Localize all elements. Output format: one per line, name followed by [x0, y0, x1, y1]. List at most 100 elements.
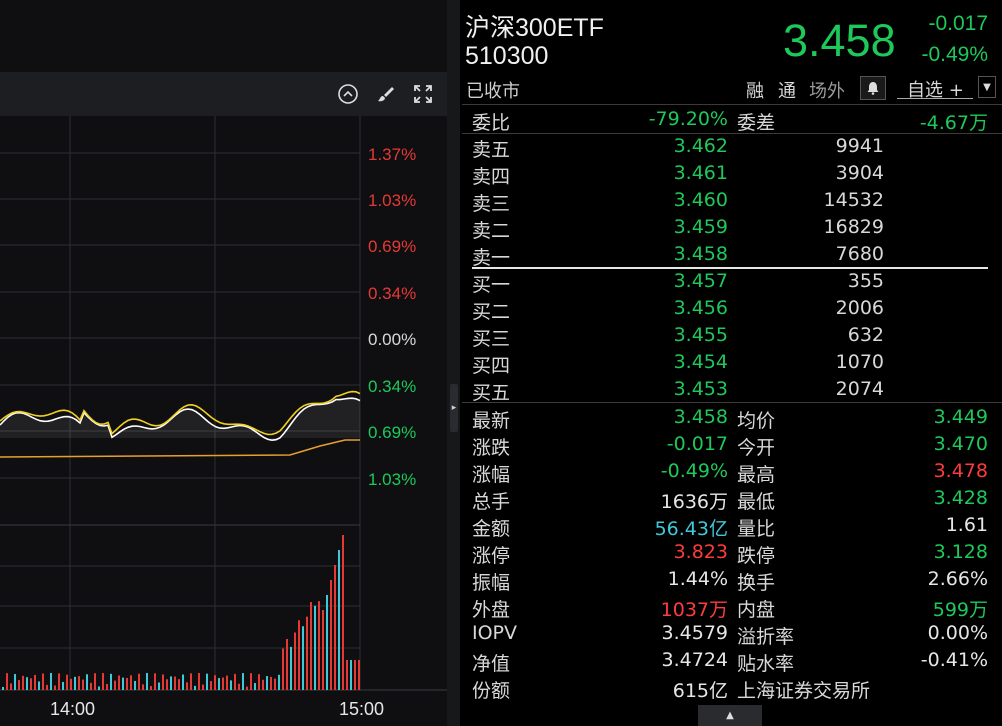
volume-bar [90, 683, 92, 690]
bid-price: 3.454 [674, 351, 728, 373]
header-divider [462, 104, 1002, 105]
stat-value: 3.478 [934, 460, 988, 482]
volume-bar [346, 660, 348, 690]
bid-level-label: 买五 [472, 378, 510, 405]
percent-label: 1.37% [368, 145, 416, 164]
volume-bar [330, 580, 332, 690]
add-watchlist-button[interactable]: 自选 + [897, 76, 973, 99]
price-change: -0.017 [910, 12, 988, 36]
dropdown-icon[interactable]: ▼ [978, 76, 996, 98]
volume-bar [322, 610, 324, 690]
add-watchlist-label: 自选 + [907, 76, 964, 102]
bid-row: 买五3.4532074 [472, 376, 992, 403]
stat-value: 1037万 [661, 595, 728, 622]
stat-label: 总手 [472, 487, 510, 514]
volume-bar [334, 565, 336, 690]
stat-value: 3.428 [934, 487, 988, 509]
stat-value: 3.470 [934, 433, 988, 455]
volume-bar [298, 620, 300, 690]
stat-value: 3.4579 [662, 622, 728, 644]
stat-label: 份额 [472, 676, 510, 703]
volume-bar [78, 676, 80, 690]
volume-bar [282, 649, 284, 690]
ask-price: 3.459 [674, 216, 728, 238]
connect-button[interactable]: 通 [778, 77, 796, 103]
volume-bar [10, 683, 12, 690]
stat-label: 换手 [737, 568, 775, 595]
percent-axis: 1.37%1.03%0.69%0.34%0.00%0.34%0.69%1.03% [368, 145, 416, 489]
bid-volume: 2006 [836, 297, 884, 319]
market-status: 已收市 [466, 77, 520, 103]
volume-bar [154, 673, 156, 690]
stat-value: 3.449 [934, 406, 988, 428]
percent-label: 1.03% [368, 191, 416, 210]
otc-button[interactable]: 场外 [809, 77, 845, 103]
volume-bar [94, 673, 96, 690]
volume-bar [134, 681, 136, 690]
volume-bar [138, 674, 140, 690]
ask-price: 3.458 [674, 243, 728, 265]
stat-value: 2.66% [928, 568, 988, 590]
book-divider [462, 402, 1002, 403]
volume-bar [338, 550, 340, 690]
stats-row: 振幅1.44%换手2.66% [472, 566, 992, 593]
wei-cha-value: -4.67万 [920, 108, 988, 135]
stat-value: 0.00% [928, 622, 988, 644]
stat-label: 振幅 [472, 568, 510, 595]
volume-bar [250, 673, 252, 690]
volume-bar [238, 684, 240, 690]
ask-row: 卖三3.46014532 [472, 187, 992, 214]
panel-divider[interactable] [447, 0, 460, 726]
volume-bar [22, 676, 24, 690]
volume-bar [326, 595, 328, 690]
stat-value: -0.017 [667, 433, 728, 455]
intraday-chart[interactable]: 1.37%1.03%0.69%0.34%0.00%0.34%0.69%1.03%… [0, 0, 447, 726]
wei-bi-label: 委比 [472, 108, 510, 135]
volume-bar [30, 678, 32, 690]
stats-row: 金额56.43亿量比1.61 [472, 512, 992, 539]
stat-label: 涨幅 [472, 460, 510, 487]
volume-bar [206, 674, 208, 690]
stat-label: IOPV [472, 622, 517, 644]
stat-label: 涨停 [472, 541, 510, 568]
wei-cha-label: 委差 [737, 108, 775, 135]
bid-volume: 2074 [836, 378, 884, 400]
volume-bar [162, 674, 164, 690]
collapse-handle-icon[interactable]: ▸ [450, 384, 458, 432]
ask-row: 卖二3.45916829 [472, 214, 992, 241]
volume-bar [294, 632, 296, 690]
ask-level-label: 卖二 [472, 216, 510, 243]
stat-label: 金额 [472, 514, 510, 541]
volume-bar [170, 676, 172, 690]
volume-bar [218, 678, 220, 690]
ask-level-label: 卖五 [472, 135, 510, 162]
ask-row: 卖五3.4629941 [472, 133, 992, 160]
bid-volume: 632 [848, 324, 884, 346]
stats-row: 涨停3.823跌停3.128 [472, 539, 992, 566]
stat-value: 3.458 [674, 406, 728, 428]
stat-value: 3.128 [934, 541, 988, 563]
ask-volume: 14532 [824, 189, 884, 211]
wei-bi-value: -79.20% [649, 108, 728, 130]
bid-row: 买三3.455632 [472, 322, 992, 349]
bell-icon[interactable] [860, 76, 886, 100]
expand-panel-icon[interactable]: ▲ [698, 705, 762, 726]
volume-bar [314, 606, 316, 690]
ask-price: 3.462 [674, 135, 728, 157]
stat-value: 1.61 [946, 514, 988, 536]
volume-bar [86, 674, 88, 690]
volume-bar [166, 679, 168, 690]
margin-button[interactable]: 融 [746, 77, 764, 103]
stat-label: 最新 [472, 406, 510, 433]
volume-bar [62, 682, 64, 690]
percent-label: 1.03% [368, 470, 416, 489]
stats-row: 最新3.458均价3.449 [472, 404, 992, 431]
volume-bar [122, 678, 124, 690]
percent-label: 0.34% [368, 284, 416, 303]
volume-bar [66, 675, 68, 690]
volume-bar [82, 680, 84, 690]
volume-bar [278, 675, 280, 690]
volume-bar [190, 673, 192, 690]
last-price: 3.458 [783, 15, 896, 67]
stat-label: 今开 [737, 433, 775, 460]
